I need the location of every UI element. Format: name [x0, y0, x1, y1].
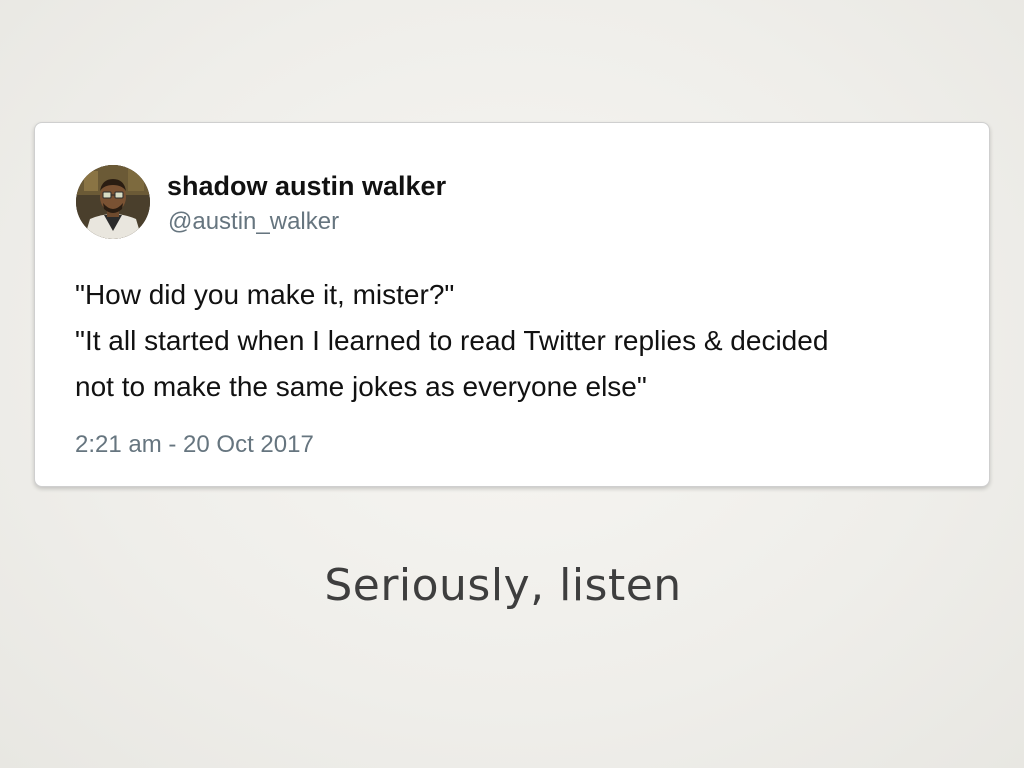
tweet-text-line: not to make the same jokes as everyone e…: [75, 371, 647, 402]
tweet-text-line: "It all started when I learned to read T…: [75, 325, 829, 356]
user-handle[interactable]: @austin_walker: [168, 208, 339, 236]
display-name[interactable]: shadow austin walker: [167, 171, 446, 202]
tweet-text: "How did you make it, mister?" "It all s…: [75, 272, 955, 410]
tweet-card: shadow austin walker @austin_walker "How…: [34, 122, 990, 487]
slide-caption: Seriously, listen: [324, 560, 682, 611]
tweet-text-line: "How did you make it, mister?": [75, 279, 455, 310]
avatar[interactable]: [76, 165, 150, 239]
tweet-timestamp[interactable]: 2:21 am - 20 Oct 2017: [75, 431, 314, 459]
user-avatar-icon: [76, 165, 150, 239]
